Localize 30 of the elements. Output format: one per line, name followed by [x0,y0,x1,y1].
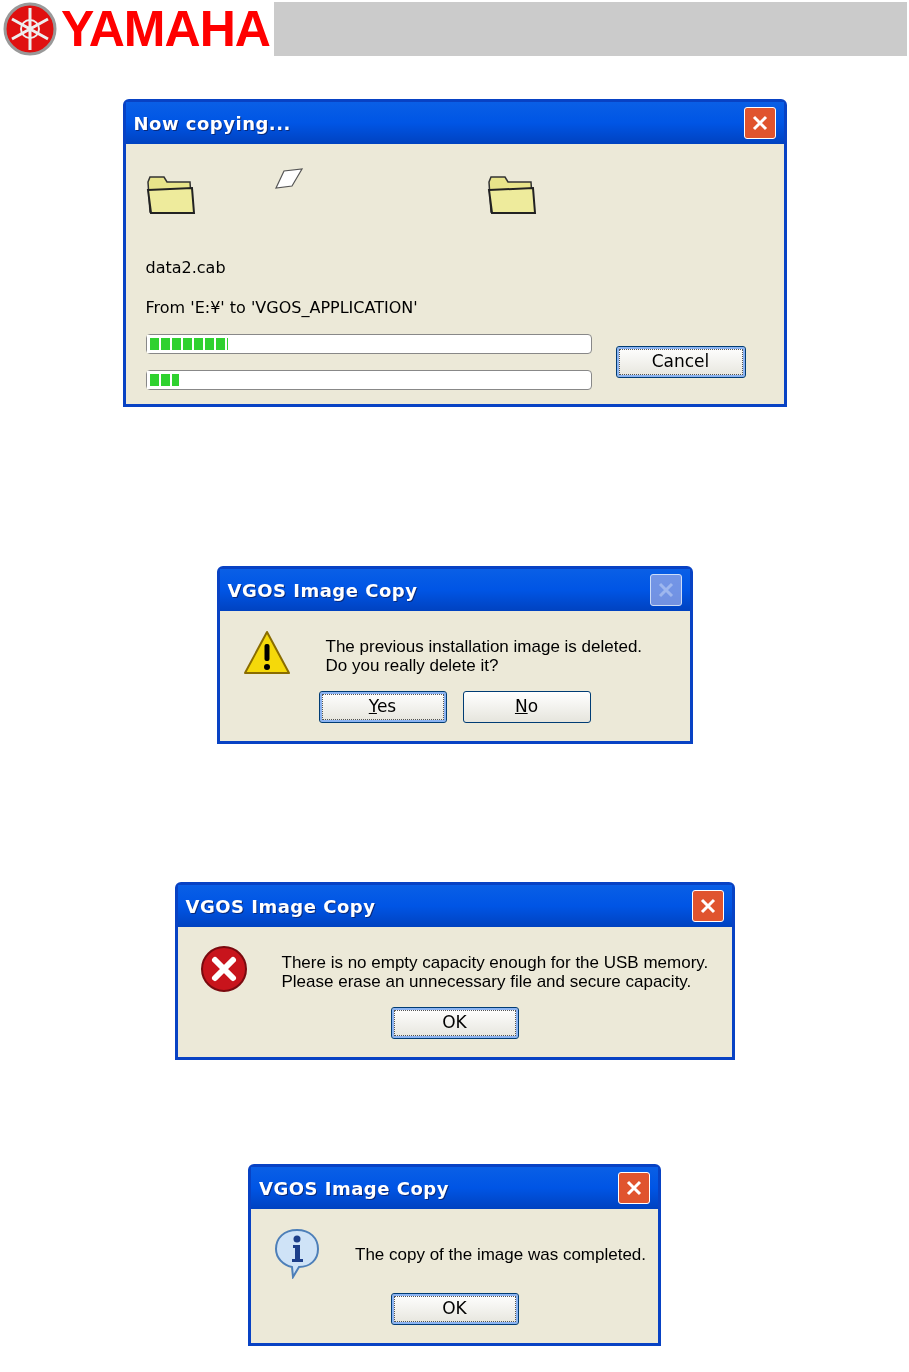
file-name: data2.cab [145,257,227,279]
message-text: Please erase an unnecessary file and secure capacity. [281,972,693,991]
close-icon [750,114,769,132]
dialog-button[interactable]: Cancel [615,346,746,378]
window-title: VGOS Image Copy [185,894,376,919]
copy-path: From 'E:¥' to 'VGOS_APPLICATION' [145,297,419,319]
dialog-button[interactable]: OK [390,1007,519,1039]
window-title: Now copying... [133,111,291,136]
window-title: VGOS Image Copy [227,578,418,603]
warning-icon [241,629,292,677]
paper-icon [273,166,304,192]
close-button[interactable] [618,1172,650,1204]
folder-icon [145,174,196,216]
dialog-button[interactable]: OK [390,1293,519,1325]
error-icon [199,945,248,993]
close-icon [698,897,717,915]
message-text: The previous installation image is deleted. [325,637,643,656]
message-text: The copy of the image was completed. [355,1245,647,1264]
close-button[interactable] [691,890,724,922]
logo-wordmark: YAMAHA [61,0,270,58]
window-title: VGOS Image Copy [259,1176,449,1201]
message-text: There is no empty capacity enough for the USB memory. [281,953,709,972]
folder-icon [486,174,537,216]
close-icon [656,581,675,599]
info-icon [273,1227,321,1279]
message-text: Do you really delete it? [325,656,500,675]
close-button[interactable] [743,107,776,139]
dialog-button[interactable]: No [462,691,591,723]
dialog-button[interactable]: Yes [318,691,447,723]
close-icon [625,1179,643,1197]
